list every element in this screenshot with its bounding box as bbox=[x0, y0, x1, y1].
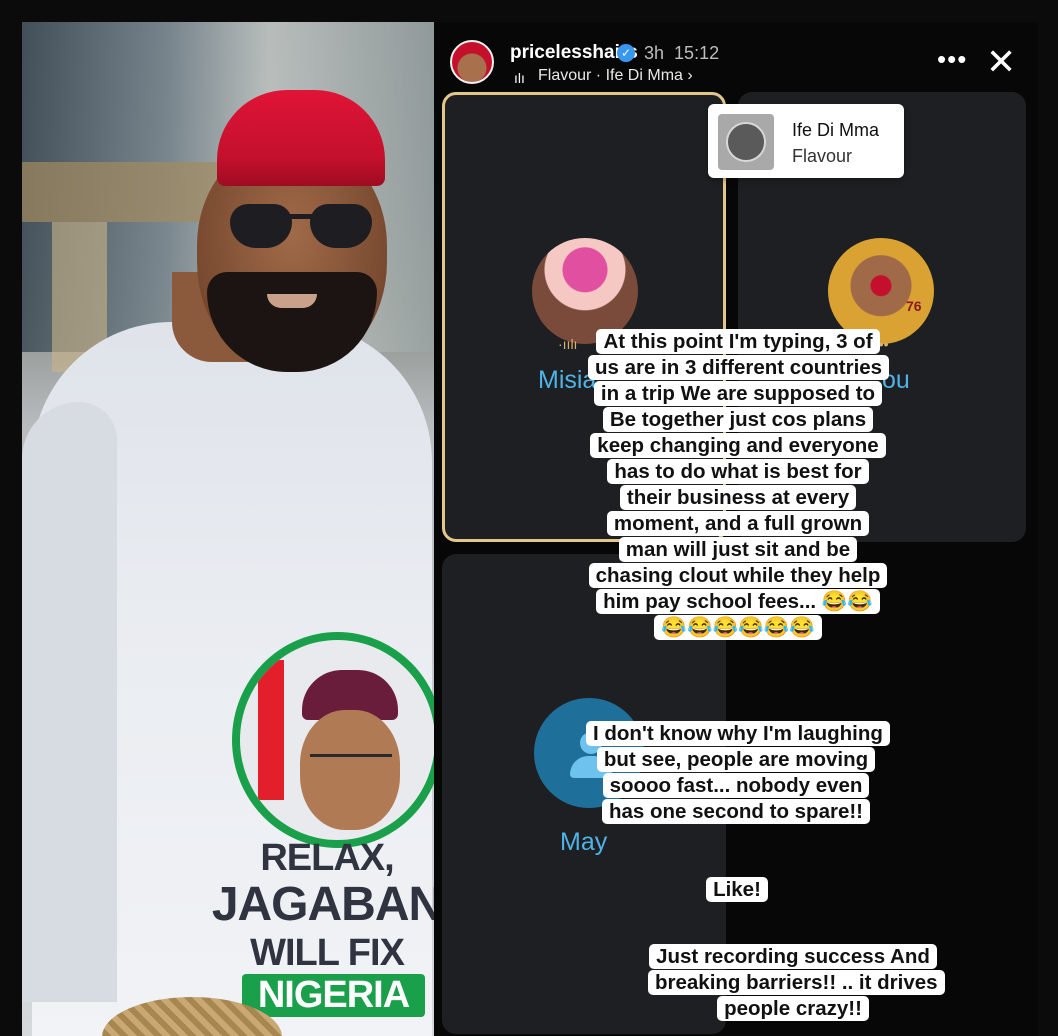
background-awning bbox=[22, 162, 222, 222]
caption-text: At this point I'm typing, 3 of us are in… bbox=[588, 329, 890, 640]
caption-text: Like! bbox=[706, 877, 768, 902]
shirt-emblem-portrait bbox=[232, 632, 434, 848]
verified-badge-icon: ✓ bbox=[617, 44, 635, 62]
contact-name: May bbox=[560, 828, 608, 856]
story-caption-second: I don't know why I'm laughing but see, p… bbox=[586, 721, 890, 825]
emblem-face bbox=[300, 710, 400, 830]
instagram-story-screenshot: pricelesshairs ✓ 3h 15:12 ılı Flavour · … bbox=[434, 22, 1038, 1036]
story-caption-fourth: Just recording success And breaking barr… bbox=[648, 944, 945, 1022]
robe-sleeve bbox=[22, 402, 117, 1002]
sunglasses-right-lens bbox=[310, 204, 372, 248]
profile-avatar[interactable] bbox=[450, 40, 494, 84]
caption-text: I don't know why I'm laughing but see, p… bbox=[586, 721, 890, 824]
sticker-song-title: Ife Di Mma bbox=[792, 120, 880, 140]
music-bars-icon: ılı bbox=[514, 70, 525, 86]
music-attribution[interactable]: Flavour · Ife Di Mma › bbox=[538, 67, 693, 85]
more-options-icon[interactable]: ••• bbox=[937, 44, 967, 75]
close-icon[interactable]: ✕ bbox=[986, 44, 1016, 80]
music-sticker[interactable]: Ife Di Mma Flavour bbox=[708, 104, 904, 178]
shirt-text-line-2: JAGABAN bbox=[211, 878, 434, 931]
left-photo: RELAX, JAGABAN WILL FIX NIGERIA bbox=[22, 22, 434, 1036]
sunglasses-left-lens bbox=[230, 204, 292, 248]
emblem-glasses bbox=[310, 740, 392, 757]
album-art bbox=[718, 114, 774, 170]
smile bbox=[267, 294, 317, 308]
emblem-flag-stripe bbox=[258, 660, 284, 800]
album-art-logo bbox=[726, 122, 766, 162]
caption-text: Just recording success And breaking barr… bbox=[648, 944, 945, 1021]
sunglasses-bridge bbox=[290, 214, 312, 219]
sticker-artist: Flavour bbox=[792, 146, 853, 166]
story-caption-main: At this point I'm typing, 3 of us are in… bbox=[588, 329, 890, 641]
audio-wave-icon: ·ıılı bbox=[558, 336, 578, 352]
shirt-text-line-4: NIGERIA bbox=[242, 974, 425, 1017]
story-time: 3h 15:12 bbox=[644, 43, 720, 63]
story-caption-third: Like! bbox=[670, 877, 804, 903]
shirt-text-line-1: RELAX, bbox=[260, 837, 394, 879]
shirt-text-line-3: WILL FIX bbox=[250, 932, 405, 974]
frame-badge: 76 bbox=[906, 298, 922, 314]
